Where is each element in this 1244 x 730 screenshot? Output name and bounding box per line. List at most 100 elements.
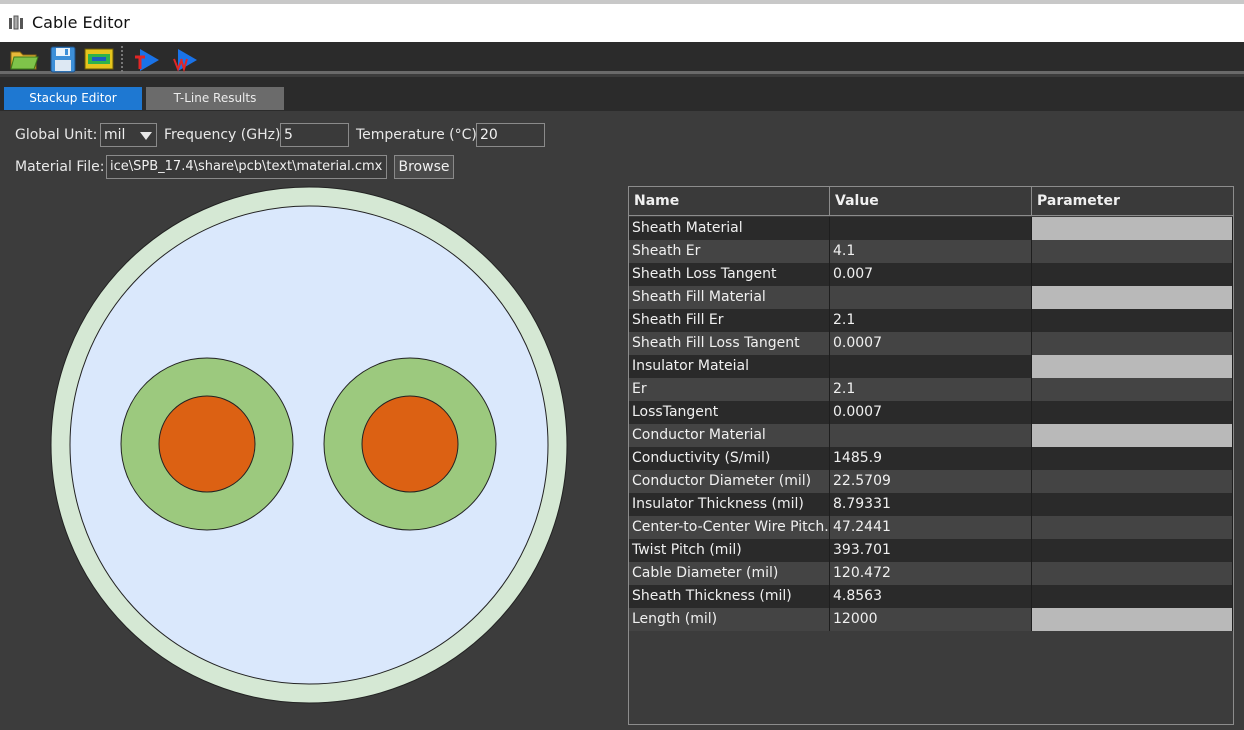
header-parameter[interactable]: Parameter bbox=[1032, 187, 1233, 216]
cell-name: Sheath Material bbox=[629, 217, 830, 240]
run-all-icon[interactable] bbox=[170, 45, 200, 73]
cell-value[interactable] bbox=[830, 355, 1032, 378]
cable-editor-app-icon bbox=[9, 15, 23, 30]
cell-name: Sheath Thickness (mil) bbox=[629, 585, 830, 608]
cell-name: LossTangent bbox=[629, 401, 830, 424]
table-row[interactable]: LossTangent 0.0007 bbox=[629, 401, 1233, 424]
cell-value[interactable]: 8.79331 bbox=[830, 493, 1032, 516]
table-row[interactable]: Sheath Material bbox=[629, 217, 1233, 240]
table-row[interactable]: Sheath Er 4.1 bbox=[629, 240, 1233, 263]
cell-parameter bbox=[1032, 539, 1233, 562]
cell-value[interactable] bbox=[830, 286, 1032, 309]
cell-parameter bbox=[1032, 401, 1233, 424]
cell-parameter-selector[interactable] bbox=[1032, 424, 1233, 447]
frequency-input[interactable]: 5 bbox=[280, 123, 349, 147]
table-row[interactable]: Sheath Fill Loss Tangent 0.0007 bbox=[629, 332, 1233, 355]
parameter-grid: Name Value Parameter Sheath Material Shea… bbox=[628, 186, 1234, 725]
table-row[interactable]: Conductor Diameter (mil) 22.5709 bbox=[629, 470, 1233, 493]
table-row[interactable]: Length (mil) 12000 bbox=[629, 608, 1233, 631]
save-icon[interactable] bbox=[48, 45, 78, 73]
cell-value[interactable]: 120.472 bbox=[830, 562, 1032, 585]
cell-name: Insulator Thickness (mil) bbox=[629, 493, 830, 516]
cell-value[interactable]: 1485.9 bbox=[830, 447, 1032, 470]
cell-value[interactable]: 393.701 bbox=[830, 539, 1032, 562]
stackup-editor-panel: Global Unit: mil Frequency (GHz) 5 Tempe… bbox=[0, 111, 1244, 730]
cell-name: Conductor Diameter (mil) bbox=[629, 470, 830, 493]
cell-parameter bbox=[1032, 309, 1233, 332]
tab-stackup-editor[interactable]: Stackup Editor bbox=[4, 87, 142, 110]
table-row[interactable]: Sheath Loss Tangent 0.007 bbox=[629, 263, 1233, 286]
open-folder-icon[interactable] bbox=[9, 45, 39, 73]
tab-t-line-results[interactable]: T-Line Results bbox=[146, 87, 284, 110]
cell-value[interactable]: 47.2441 bbox=[830, 516, 1032, 539]
browse-button[interactable]: Browse bbox=[394, 155, 454, 179]
chevron-down-icon bbox=[140, 132, 152, 140]
table-row[interactable]: Insulator Thickness (mil) 8.79331 bbox=[629, 493, 1233, 516]
cell-parameter bbox=[1032, 493, 1233, 516]
cell-value[interactable]: 2.1 bbox=[830, 378, 1032, 401]
cell-parameter-selector[interactable] bbox=[1032, 217, 1233, 240]
material-file-input[interactable]: ice\SPB_17.4\share\pcb\text\material.cmx bbox=[106, 155, 387, 179]
grid-header: Name Value Parameter bbox=[629, 187, 1233, 216]
cell-name: Conductor Material bbox=[629, 424, 830, 447]
global-unit-select[interactable]: mil bbox=[100, 123, 157, 147]
cell-name: Conductivity (S/mil) bbox=[629, 447, 830, 470]
table-row[interactable]: Sheath Fill Er 2.1 bbox=[629, 309, 1233, 332]
table-row[interactable]: Twist Pitch (mil) 393.701 bbox=[629, 539, 1233, 562]
cell-parameter bbox=[1032, 240, 1233, 263]
cell-value[interactable]: 0.0007 bbox=[830, 332, 1032, 355]
right-conductor bbox=[361, 395, 459, 493]
table-row[interactable]: Sheath Fill Material bbox=[629, 286, 1233, 309]
cell-value[interactable] bbox=[830, 217, 1032, 240]
temperature-label: Temperature (°C) bbox=[356, 127, 477, 143]
cable-cross-section-diagram bbox=[50, 186, 568, 704]
cell-parameter bbox=[1032, 470, 1233, 493]
global-unit-value: mil bbox=[104, 127, 126, 143]
table-row[interactable]: Insulator Mateial bbox=[629, 355, 1233, 378]
cell-parameter bbox=[1032, 447, 1233, 470]
cell-name: Center-to-Center Wire Pitch... bbox=[629, 516, 830, 539]
cell-name: Sheath Fill Material bbox=[629, 286, 830, 309]
toolbar bbox=[0, 42, 1244, 74]
title-bar: Cable Editor bbox=[0, 0, 1244, 42]
grid-empty-area bbox=[629, 632, 1233, 724]
cell-name: Length (mil) bbox=[629, 608, 830, 631]
cell-value[interactable]: 22.5709 bbox=[830, 470, 1032, 493]
cell-parameter bbox=[1032, 378, 1233, 401]
run-icon[interactable] bbox=[132, 45, 162, 73]
table-row[interactable]: Center-to-Center Wire Pitch... 47.2441 bbox=[629, 516, 1233, 539]
cell-name: Cable Diameter (mil) bbox=[629, 562, 830, 585]
left-conductor bbox=[158, 395, 256, 493]
cell-parameter bbox=[1032, 585, 1233, 608]
table-row[interactable]: Sheath Thickness (mil) 4.8563 bbox=[629, 585, 1233, 608]
stackup-icon[interactable] bbox=[84, 45, 114, 73]
cell-parameter bbox=[1032, 263, 1233, 286]
cell-name: Sheath Fill Er bbox=[629, 309, 830, 332]
cell-name: Sheath Loss Tangent bbox=[629, 263, 830, 286]
cell-value[interactable]: 4.8563 bbox=[830, 585, 1032, 608]
cell-name: Twist Pitch (mil) bbox=[629, 539, 830, 562]
cell-value[interactable]: 12000 bbox=[830, 608, 1032, 631]
cell-parameter bbox=[1032, 332, 1233, 355]
table-row[interactable]: Er 2.1 bbox=[629, 378, 1233, 401]
table-row[interactable]: Conductor Material bbox=[629, 424, 1233, 447]
cell-value[interactable] bbox=[830, 424, 1032, 447]
cell-parameter-selector[interactable] bbox=[1032, 608, 1233, 631]
header-value[interactable]: Value bbox=[830, 187, 1032, 216]
table-row[interactable]: Conductivity (S/mil) 1485.9 bbox=[629, 447, 1233, 470]
cell-value[interactable]: 0.0007 bbox=[830, 401, 1032, 424]
header-name[interactable]: Name bbox=[629, 187, 830, 216]
temperature-input[interactable]: 20 bbox=[476, 123, 545, 147]
cell-parameter-selector[interactable] bbox=[1032, 286, 1233, 309]
cell-value[interactable]: 4.1 bbox=[830, 240, 1032, 263]
cell-name: Er bbox=[629, 378, 830, 401]
table-row[interactable]: Cable Diameter (mil) 120.472 bbox=[629, 562, 1233, 585]
frequency-label: Frequency (GHz) bbox=[164, 127, 281, 143]
window-title: Cable Editor bbox=[32, 13, 130, 32]
cell-value[interactable]: 2.1 bbox=[830, 309, 1032, 332]
toolbar-separator bbox=[121, 46, 123, 72]
cell-parameter bbox=[1032, 516, 1233, 539]
cell-parameter-selector[interactable] bbox=[1032, 355, 1233, 378]
cell-name: Sheath Er bbox=[629, 240, 830, 263]
cell-value[interactable]: 0.007 bbox=[830, 263, 1032, 286]
